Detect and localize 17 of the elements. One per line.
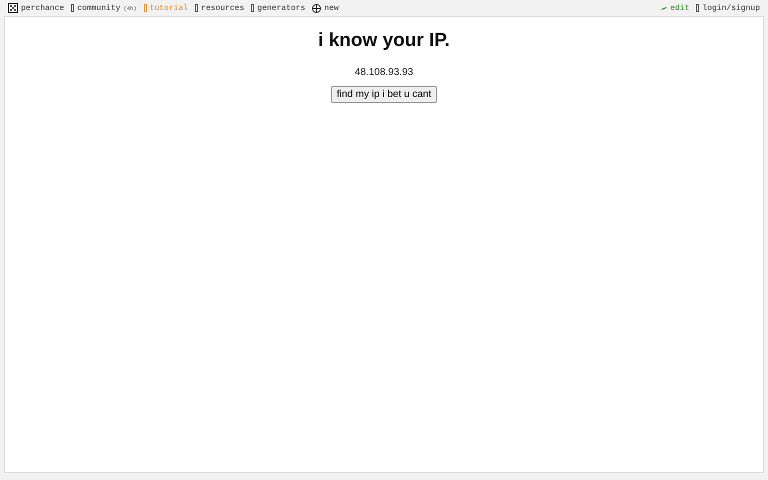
missing-glyph-icon (71, 4, 74, 12)
missing-glyph-icon (251, 4, 254, 12)
find-ip-button[interactable]: find my ip i bet u cant (330, 86, 438, 103)
nav-link[interactable]: edit (661, 4, 690, 12)
page-heading: i know your IP. (318, 30, 450, 52)
nav-link[interactable]: resources (195, 4, 244, 12)
nav-link[interactable]: login/signup (696, 4, 760, 12)
pencil-icon (661, 6, 668, 10)
ip-address: 48.108.93.93 (354, 67, 414, 78)
missing-glyph-icon (195, 4, 198, 12)
missing-glyph-icon (696, 4, 700, 12)
missing-glyph-icon (144, 4, 147, 12)
nav-link[interactable]: new (312, 4, 339, 12)
nav-link[interactable]: generators (251, 4, 306, 12)
dice-icon (8, 3, 18, 13)
nav-link[interactable]: perchance (8, 3, 64, 13)
globe-icon (312, 4, 322, 12)
